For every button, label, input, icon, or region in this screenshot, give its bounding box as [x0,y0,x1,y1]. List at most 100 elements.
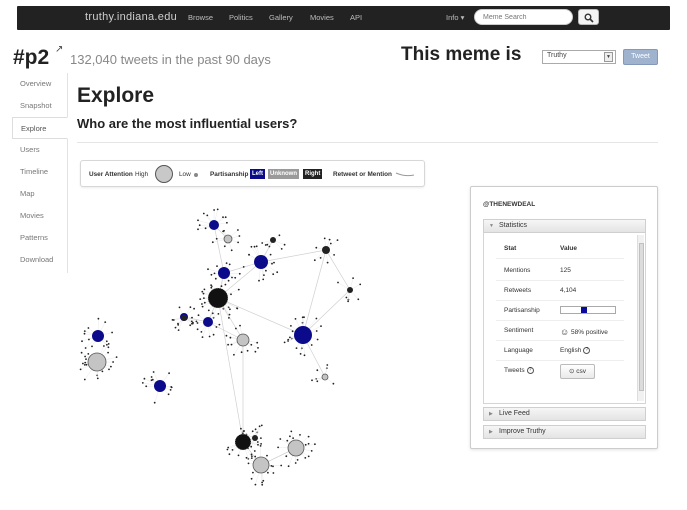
graph-hub-node[interactable] [181,315,187,321]
nav-browse[interactable]: Browse [188,13,213,22]
graph-hub-node[interactable] [218,267,230,279]
graph-leaf-node [289,435,291,438]
graph-hub-node[interactable] [154,380,166,392]
graph-leaf-node [202,212,205,215]
nav-api[interactable]: API [350,13,362,22]
graph-leaf-node [103,345,105,347]
sidebar-item-explore[interactable]: Explore [12,117,68,139]
graph-leaf-node [289,336,291,339]
help-icon[interactable]: ? [583,347,591,354]
graph-hub-node[interactable] [254,255,268,269]
graph-hub-node[interactable] [321,373,329,381]
graph-leaf-node [152,371,155,373]
graph-leaf-node [225,262,228,264]
large-node-icon [155,165,173,183]
tab-live-feed[interactable]: ▶ Live Feed [483,407,646,421]
verdict-select[interactable]: Truthy ▼ [542,50,616,64]
graph-hub-node[interactable] [203,317,213,327]
sidebar-item-movies[interactable]: Movies [12,205,67,227]
graph-hub-node[interactable] [207,287,229,309]
tweet-button[interactable]: Tweet [623,49,658,65]
tab-improve-truthy[interactable]: ▶ Improve Truthy [483,425,646,439]
graph-leaf-node [191,316,193,319]
graph-leaf-node [261,483,264,486]
search-button[interactable] [578,9,599,25]
graph-hub-node[interactable] [252,456,270,474]
sidebar-item-patterns[interactable]: Patterns [12,227,67,249]
graph-leaf-node [83,332,86,335]
nav-politics[interactable]: Politics [229,13,253,22]
sidebar-item-map[interactable]: Map [12,183,67,205]
graph-leaf-node [143,377,146,380]
graph-leaf-node [224,216,227,219]
sidebar-item-timeline[interactable]: Timeline [12,161,67,183]
graph-leaf-node [262,278,265,281]
graph-leaf-node [199,298,202,300]
nav-movies[interactable]: Movies [310,13,334,22]
graph-hub-node[interactable] [287,439,305,457]
graph-leaf-node [316,338,319,341]
graph-hub-node[interactable] [252,435,258,441]
graph-leaf-node [112,361,114,363]
graph-leaf-node [315,330,318,332]
refresh-icon[interactable]: ↗ [55,44,63,55]
graph-leaf-node [314,443,316,446]
graph-leaf-node [216,208,219,211]
graph-leaf-node [215,237,218,240]
legend-attention-high: High [135,171,149,178]
graph-hub-node[interactable] [270,237,276,243]
sidebar-item-users[interactable]: Users [12,139,67,161]
graph-hub-node[interactable] [87,352,107,372]
tab-statistics-label: Statistics [499,222,528,229]
graph-leaf-node [286,439,289,442]
graph-edge [302,249,327,336]
info-menu[interactable]: Info ▾ [446,13,464,22]
graph-leaf-node [105,340,108,343]
csv-download-button[interactable]: ⊙ csv [560,364,595,379]
graph-leaf-node [150,379,153,382]
graph-leaf-node [303,354,306,357]
graph-leaf-node [250,245,253,248]
graph-leaf-node [229,308,231,311]
graph-leaf-node [189,324,192,327]
sidebar: Overview Snapshot Explore Users Timeline… [12,73,68,271]
graph-leaf-node [256,341,259,344]
user-handle[interactable]: @THENEWDEAL [483,201,535,208]
graph-leaf-node [101,370,104,373]
graph-hub-node[interactable] [209,220,219,230]
graph-leaf-node [250,457,253,459]
tab-statistics[interactable]: ▼ Statistics [483,219,646,233]
table-row: Language English? [496,341,624,361]
graph-hub-node[interactable] [223,234,233,244]
graph-leaf-node [201,336,204,338]
graph-leaf-node [250,477,253,480]
graph-leaf-node [150,376,153,378]
brand-link[interactable]: truthy.indiana.edu [85,11,177,23]
scrollbar[interactable] [637,235,644,401]
graph-leaf-node [214,277,217,280]
network-graph[interactable] [78,190,468,500]
graph-leaf-node [228,263,231,266]
graph-hub-node[interactable] [294,326,312,344]
graph-leaf-node [172,319,175,321]
graph-hub-node[interactable] [347,287,353,293]
graph-leaf-node [250,343,253,346]
language-value: English [560,347,582,355]
sidebar-item-snapshot[interactable]: Snapshot [12,95,67,117]
graph-leaf-node [204,227,207,230]
graph-hub-node[interactable] [234,433,252,451]
graph-hub-node[interactable] [236,333,250,347]
graph-leaf-node [310,344,313,346]
graph-hub-nodes[interactable] [87,220,353,474]
sidebar-item-download[interactable]: Download [12,249,67,271]
nav-gallery[interactable]: Gallery [269,13,293,22]
graph-hub-node[interactable] [92,330,104,342]
graph-hub-node[interactable] [322,246,330,254]
scrollbar-thumb[interactable] [639,243,644,391]
help-icon[interactable]: ? [526,367,534,374]
graph-leaf-node [228,313,231,316]
meme-search-input[interactable] [474,9,573,25]
graph-leaf-node [210,284,213,286]
graph-leaf-node [203,297,205,299]
sidebar-item-overview[interactable]: Overview [12,73,67,95]
